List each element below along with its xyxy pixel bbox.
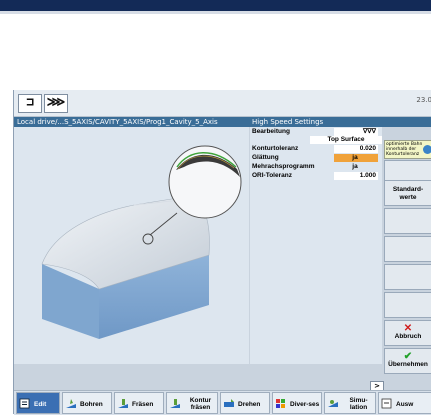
row-bearbeitung[interactable]: Bearbeitung ∇∇∇ bbox=[250, 128, 382, 136]
checkmark-icon: ✔ bbox=[403, 351, 413, 362]
softkey-blank-3[interactable] bbox=[384, 236, 431, 262]
softkey-edit[interactable]: Edit bbox=[16, 392, 60, 414]
row-mehrachsprogramm[interactable]: Mehrachsprogramm ja bbox=[250, 163, 382, 171]
softkey-uebernehmen[interactable]: ✔ Übernehmen bbox=[384, 348, 431, 374]
cnc-screen: ⊐ ⋙ 23.0 Local drive/...S_5AXIS/CAVITY_5… bbox=[13, 90, 431, 415]
diverses-label: Diver-ses bbox=[290, 400, 320, 408]
dialog-title: High Speed Settings bbox=[252, 118, 324, 126]
glaettung-value[interactable]: ja bbox=[334, 154, 378, 162]
top-toolbar: ⊐ ⋙ 23.0 bbox=[14, 90, 431, 117]
softkey-abbruch[interactable]: ✕ Abbruch bbox=[384, 320, 431, 346]
softkey-blank-4[interactable] bbox=[384, 264, 431, 290]
horizontal-softkeys: Edit Bohren Fräsen Kontur fräsen Drehen … bbox=[14, 390, 431, 415]
softkey-fraesen[interactable]: Fräsen bbox=[114, 392, 164, 414]
konturtoleranz-value[interactable]: 0.020 bbox=[334, 145, 378, 153]
softkey-kontur-fraesen[interactable]: Kontur fräsen bbox=[166, 392, 218, 414]
cancel-x-icon: ✕ bbox=[403, 323, 413, 334]
program-icon-button[interactable]: ⋙ bbox=[44, 94, 68, 113]
turning-icon bbox=[224, 399, 234, 407]
clock-readout: 23.0 bbox=[416, 96, 431, 104]
program-path: Local drive/...S_5AXIS/CAVITY_5AXIS/Prog… bbox=[17, 118, 218, 126]
abbruch-label: Abbruch bbox=[394, 333, 422, 340]
standardwerte-label: Standard-werte bbox=[392, 186, 424, 201]
softkey-standardwerte[interactable]: Standard-werte bbox=[384, 180, 431, 206]
vertical-softkeys: Standard-werte ✕ Abbruch ✔ Übernehmen bbox=[384, 117, 431, 387]
simulation-icon bbox=[328, 400, 338, 407]
mehrachsprogramm-label: Mehrachsprogramm bbox=[252, 163, 315, 170]
ori-toleranz-label: ORI-Toleranz bbox=[252, 172, 292, 179]
drehen-label: Drehen bbox=[238, 400, 261, 408]
softkey-simulation[interactable]: Simu-lation bbox=[324, 392, 376, 414]
top-surface-label: Top Surface bbox=[310, 136, 382, 144]
softkey-blank-5[interactable] bbox=[384, 292, 431, 318]
select-icon bbox=[381, 398, 392, 409]
softkey-auswahl[interactable]: Ausw bbox=[378, 392, 431, 414]
edit-icon bbox=[19, 398, 30, 409]
machine-mode-button[interactable]: ⊐ bbox=[18, 94, 42, 113]
row-glaettung[interactable]: Glättung ja bbox=[250, 154, 382, 162]
ori-toleranz-value[interactable]: 1.000 bbox=[334, 172, 378, 180]
3d-view bbox=[14, 127, 249, 364]
konturtoleranz-label: Konturtoleranz bbox=[252, 145, 299, 152]
header-band-shadow bbox=[0, 11, 431, 14]
path-bar: Local drive/...S_5AXIS/CAVITY_5AXIS/Prog… bbox=[14, 117, 431, 127]
contour-mill-icon bbox=[170, 399, 180, 408]
parameter-panel: Bearbeitung ∇∇∇ Top Surface Konturtolera… bbox=[250, 127, 382, 364]
mill-icon bbox=[118, 399, 128, 408]
drill-icon bbox=[66, 399, 76, 408]
part-illustration bbox=[41, 145, 242, 339]
bohren-label: Bohren bbox=[80, 400, 103, 408]
fraesen-label: Fräsen bbox=[132, 400, 154, 408]
bearbeitung-value[interactable]: ∇∇∇ bbox=[334, 128, 378, 136]
auswahl-label: Ausw bbox=[396, 400, 414, 408]
glaettung-label: Glättung bbox=[252, 154, 279, 161]
row-konturtoleranz[interactable]: Konturtoleranz 0.020 bbox=[250, 145, 382, 153]
edit-label: Edit bbox=[34, 400, 47, 408]
softkey-diverses[interactable]: Diver-ses bbox=[272, 392, 322, 414]
header-band bbox=[0, 0, 431, 11]
mehrachsprogramm-value[interactable]: ja bbox=[334, 163, 378, 171]
softkey-blank-2[interactable] bbox=[384, 208, 431, 234]
simulation-label: Simu-lation bbox=[349, 397, 368, 411]
misc-icon bbox=[276, 399, 285, 408]
softkey-drehen[interactable]: Drehen bbox=[220, 392, 270, 414]
uebernehmen-label: Übernehmen bbox=[388, 361, 428, 368]
bearbeitung-label: Bearbeitung bbox=[252, 128, 290, 135]
softkey-bohren[interactable]: Bohren bbox=[62, 392, 112, 414]
kontur-fraesen-label: Kontur fräsen bbox=[189, 397, 212, 411]
row-ori-toleranz[interactable]: ORI-Toleranz 1.000 bbox=[250, 172, 382, 180]
